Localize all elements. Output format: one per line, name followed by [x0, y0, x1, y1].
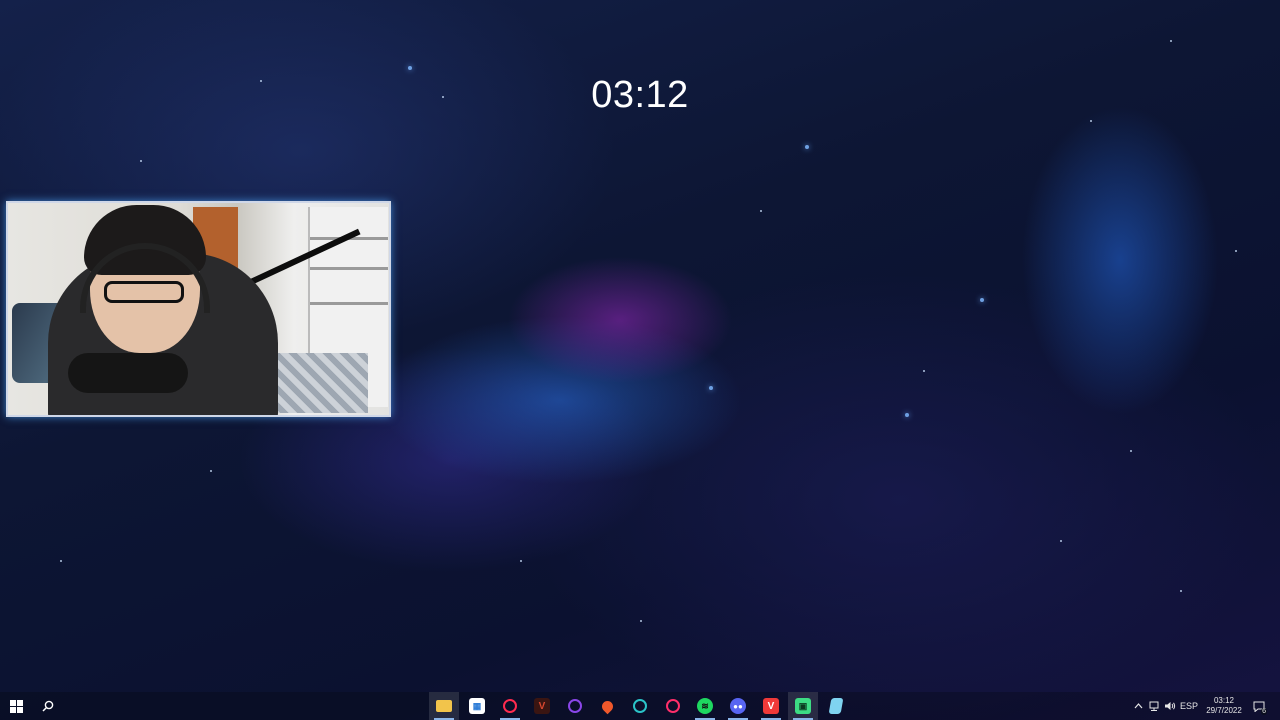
wallpaper-star: [640, 620, 642, 622]
android-icon: ▣: [795, 698, 811, 714]
vivaldi-icon: V: [763, 698, 779, 714]
notification-center-button[interactable]: 6: [1250, 692, 1268, 720]
wallpaper-star: [1235, 250, 1237, 252]
wallpaper-star: [140, 160, 142, 162]
network-button[interactable]: [1146, 692, 1162, 720]
wallpaper-star: [442, 96, 444, 98]
webcam-overlay: [6, 201, 391, 417]
folder-icon: [436, 700, 452, 712]
wallpaper-star: [1060, 540, 1062, 542]
taskbar-app-opera-teal[interactable]: [625, 692, 655, 720]
wallpaper-star: [760, 210, 762, 212]
taskbar-app-notepad[interactable]: [821, 692, 851, 720]
chevron-up-icon: [1134, 703, 1142, 709]
webcam-microphone: [68, 353, 188, 393]
wallpaper-star: [408, 66, 412, 70]
start-button[interactable]: [1, 692, 31, 720]
desktop-clock-widget: 03:12: [591, 74, 689, 116]
taskbar-app-file-explorer[interactable]: [429, 692, 459, 720]
wallpaper-star: [905, 413, 909, 417]
taskbar-app-discord[interactable]: ●●: [723, 692, 753, 720]
wallpaper-star: [980, 298, 984, 302]
opera-purple-icon: [568, 699, 582, 713]
store-icon: ▦: [469, 698, 485, 714]
wallpaper-star: [1180, 590, 1182, 592]
wallpaper-star: [805, 145, 809, 149]
v-dark-icon: V: [534, 698, 550, 714]
discord-icon: ●●: [730, 698, 746, 714]
taskbar-app-v-dark[interactable]: V: [527, 692, 557, 720]
windows-logo-icon: [9, 699, 23, 713]
webcam-glasses: [104, 281, 184, 303]
taskbar-app-opera-gx[interactable]: [495, 692, 525, 720]
taskbar-app-android[interactable]: ▣: [788, 692, 818, 720]
opera-teal-icon: [633, 699, 647, 713]
tray-overflow-button[interactable]: [1131, 692, 1145, 720]
wallpaper-star: [923, 370, 925, 372]
desktop-wallpaper: 03:12 ▦ V ≋ ●● V ▣ ESP 03:12 29/7/2022 6: [0, 0, 1280, 720]
search-icon: [42, 700, 54, 712]
language-indicator[interactable]: ESP: [1179, 692, 1199, 720]
opera-pink-icon: [666, 699, 680, 713]
wallpaper-star: [260, 80, 262, 82]
notepad-icon: [828, 698, 844, 714]
map-pin-icon: [599, 698, 615, 714]
taskbar-app-vivaldi[interactable]: V: [756, 692, 786, 720]
search-button[interactable]: [33, 692, 63, 720]
tray-date: 29/7/2022: [1206, 706, 1242, 715]
taskbar-app-spotify[interactable]: ≋: [690, 692, 720, 720]
wallpaper-star: [1130, 450, 1132, 452]
taskbar-app-opera-pink[interactable]: [658, 692, 688, 720]
taskbar-app-opera-purple[interactable]: [560, 692, 590, 720]
wallpaper-star: [520, 560, 522, 562]
tray-clock[interactable]: 03:12 29/7/2022: [1198, 692, 1250, 720]
opera-gx-icon: [503, 699, 517, 713]
volume-icon: [1165, 702, 1176, 710]
network-icon: [1149, 701, 1159, 711]
taskbar-app-maps[interactable]: [592, 692, 622, 720]
spotify-icon: ≋: [697, 698, 713, 714]
wallpaper-star: [210, 470, 212, 472]
volume-button[interactable]: [1162, 692, 1178, 720]
taskbar-app-microsoft-store[interactable]: ▦: [462, 692, 492, 720]
tray-time: 03:12: [1213, 696, 1235, 705]
notification-count-badge: 6: [1261, 708, 1267, 715]
wallpaper-star: [60, 560, 62, 562]
wallpaper-star: [1170, 40, 1172, 42]
wallpaper-star: [709, 386, 713, 390]
wallpaper-star: [1090, 120, 1092, 122]
taskbar: ▦ V ≋ ●● V ▣ ESP 03:12 29/7/2022 6: [0, 692, 1280, 720]
